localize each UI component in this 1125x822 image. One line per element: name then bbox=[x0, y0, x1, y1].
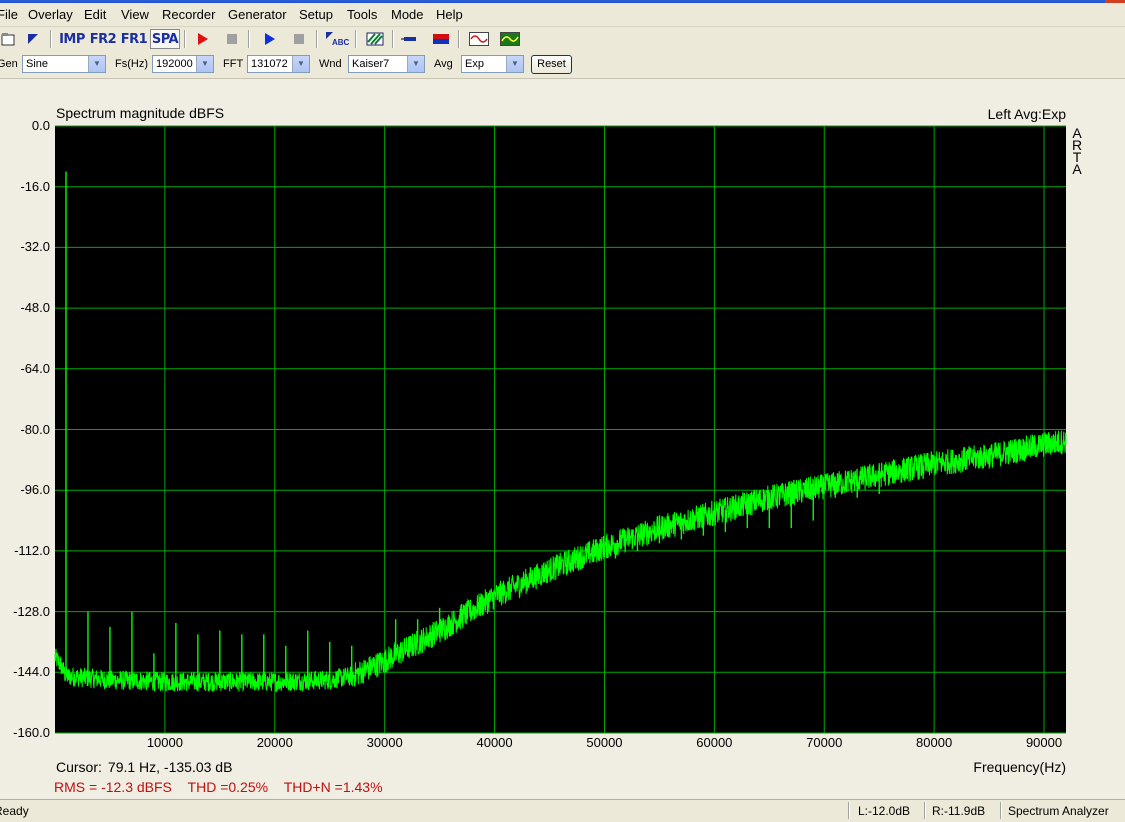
rms-value: RMS = -12.3 dBFS bbox=[54, 779, 172, 795]
cursor-value: 79.1 Hz, -135.03 dB bbox=[107, 759, 233, 775]
y-tick-label: -80.0 bbox=[20, 421, 50, 437]
y-tick-label: -128.0 bbox=[13, 603, 50, 619]
x-tick-label: 20000 bbox=[256, 735, 293, 750]
x-tick-label: 60000 bbox=[696, 735, 733, 750]
status-level-left: L:-12.0dB bbox=[858, 804, 911, 818]
x-tick-label: 90000 bbox=[1025, 735, 1063, 750]
y-tick-label: -48.0 bbox=[20, 300, 50, 316]
thdn-value: THD+N =1.43% bbox=[283, 779, 383, 795]
x-tick-label: 40000 bbox=[476, 735, 513, 750]
status-level-right: R:-11.9dB bbox=[932, 804, 986, 818]
status-bar: Ready L:-12.0dB R:-11.9dB Spectrum Analy… bbox=[0, 799, 1125, 822]
cursor-label: Cursor: bbox=[56, 759, 102, 775]
y-tick-label: -96.0 bbox=[20, 482, 50, 498]
cursor-readout: Cursor: 79.1 Hz, -135.03 dB bbox=[56, 759, 232, 775]
measurement-summary: RMS = -12.3 dBFS THD =0.25% THD+N =1.43% bbox=[54, 779, 395, 795]
y-tick-label: 0.0 bbox=[31, 118, 50, 133]
x-tick-label: 70000 bbox=[806, 735, 843, 750]
y-tick-label: -160.0 bbox=[13, 725, 50, 740]
x-tick-label: 80000 bbox=[916, 735, 953, 750]
spectrum-plot[interactable] bbox=[0, 0, 1125, 821]
y-tick-label: -16.0 bbox=[20, 178, 50, 194]
x-tick-label: 50000 bbox=[586, 735, 623, 750]
y-tick-label: -144.0 bbox=[13, 664, 50, 680]
status-ready: Ready bbox=[0, 804, 29, 818]
thd-value: THD =0.25% bbox=[187, 779, 269, 795]
x-axis-title: Frequency(Hz) bbox=[973, 759, 1066, 775]
status-mode: Spectrum Analyzer bbox=[1008, 804, 1109, 818]
y-tick-label: -32.0 bbox=[20, 239, 50, 255]
y-tick-label: -64.0 bbox=[20, 360, 50, 376]
y-tick-label: -112.0 bbox=[14, 542, 50, 558]
x-tick-label: 10000 bbox=[146, 735, 183, 750]
x-tick-label: 30000 bbox=[366, 735, 403, 750]
